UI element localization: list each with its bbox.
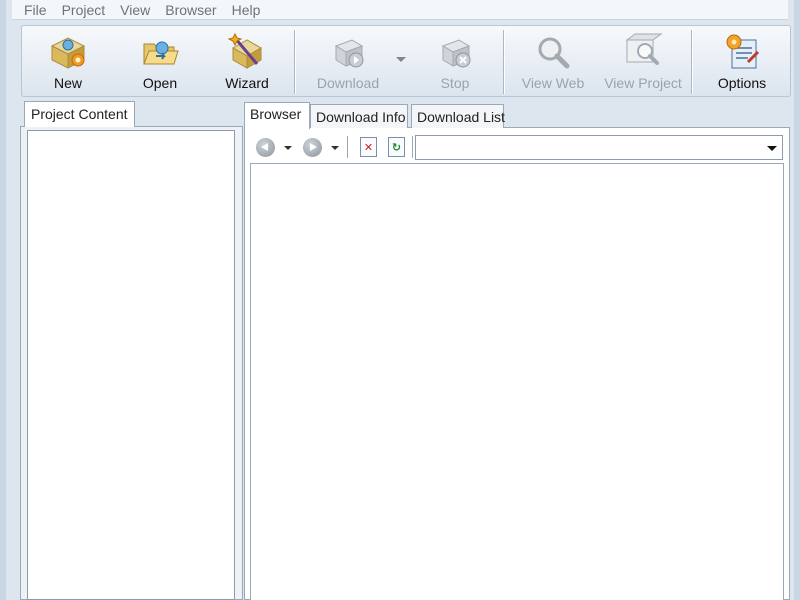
forward-history-dropdown-icon[interactable]: [331, 146, 339, 150]
application-window: File Project View Browser Help New Open …: [0, 0, 800, 600]
tab-download-info[interactable]: Download Info: [310, 104, 408, 128]
open-button[interactable]: Open: [134, 26, 186, 96]
toolbar-separator: [691, 30, 693, 94]
new-label: New: [53, 75, 82, 91]
menu-bar: File Project View Browser Help: [12, 0, 788, 20]
magnifier-icon: [538, 37, 570, 69]
menu-help[interactable]: Help: [232, 1, 261, 19]
tab-download-list[interactable]: Download List: [411, 104, 505, 128]
nav-separator: [412, 136, 413, 158]
back-history-dropdown-icon[interactable]: [284, 146, 292, 150]
menu-browser[interactable]: Browser: [165, 1, 216, 19]
tab-project-content[interactable]: Project Content: [24, 101, 135, 127]
options-label: Options: [717, 75, 767, 91]
view-project-button[interactable]: View Project: [604, 26, 682, 96]
address-input[interactable]: [416, 136, 756, 158]
forward-icon[interactable]: [303, 138, 322, 157]
main-toolbar: New Open Wizard Download Stop View Web V…: [21, 25, 791, 97]
open-folder-icon: [143, 41, 179, 65]
download-icon: [334, 39, 364, 68]
new-project-icon: [50, 37, 86, 69]
stop-icon: [441, 39, 471, 68]
options-button[interactable]: Options: [712, 26, 772, 96]
view-web-button[interactable]: View Web: [519, 26, 587, 96]
menu-file[interactable]: File: [24, 1, 47, 19]
wizard-wand-icon: [227, 32, 263, 69]
toolbar-separator: [503, 30, 505, 94]
new-button[interactable]: New: [42, 26, 94, 96]
browser-view[interactable]: [250, 163, 784, 600]
stop-label: Stop: [440, 75, 470, 91]
view-project-icon: [625, 33, 663, 65]
download-dropdown-arrow-icon[interactable]: [396, 57, 406, 62]
download-label: Download: [316, 75, 380, 91]
toolbar-separator: [294, 30, 296, 94]
menu-project[interactable]: Project: [62, 1, 106, 19]
project-tree[interactable]: [27, 130, 235, 600]
options-icon: [726, 34, 760, 69]
view-project-label: View Project: [604, 75, 682, 91]
stop-loading-icon[interactable]: ✕: [360, 137, 377, 157]
back-icon[interactable]: [256, 138, 275, 157]
address-bar[interactable]: [415, 135, 783, 160]
view-web-label: View Web: [521, 75, 585, 91]
wizard-label: Wizard: [225, 75, 269, 91]
download-button[interactable]: Download: [314, 26, 382, 96]
refresh-icon[interactable]: ↻: [388, 137, 405, 157]
address-dropdown-icon[interactable]: [767, 146, 777, 151]
menu-view[interactable]: View: [120, 1, 150, 19]
open-label: Open: [142, 75, 178, 91]
tab-browser[interactable]: Browser: [244, 102, 310, 129]
wizard-button[interactable]: Wizard: [222, 26, 272, 96]
stop-button[interactable]: Stop: [430, 26, 480, 96]
nav-separator: [347, 136, 348, 158]
